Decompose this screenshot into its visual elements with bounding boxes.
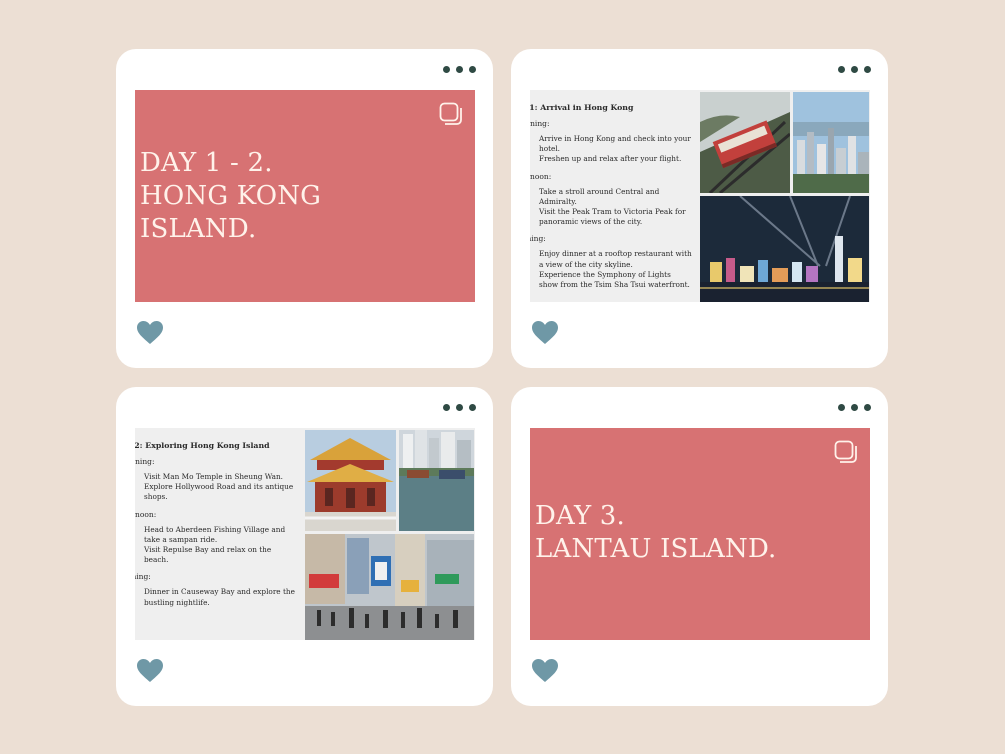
period-label: ernoon: xyxy=(135,509,157,519)
photo-city-skyline xyxy=(793,92,869,193)
dot xyxy=(864,404,871,411)
dot xyxy=(469,66,476,73)
heart-icon[interactable] xyxy=(137,321,163,345)
itinerary-item: Head to Aberdeen Fishing Village and tak… xyxy=(144,524,286,544)
dot xyxy=(443,66,450,73)
period-label: ernoon: xyxy=(530,171,552,181)
photo-causeway-bay xyxy=(305,534,474,640)
itinerary-item: Visit Man Mo Temple in Sheung Wan. xyxy=(144,472,284,481)
heart-icon[interactable] xyxy=(532,659,558,683)
dot xyxy=(443,404,450,411)
period-label: orning: xyxy=(135,457,155,466)
itinerary-item: Visit the Peak Tram to Victoria Peak for… xyxy=(539,207,686,227)
photo-man-mo-temple xyxy=(305,430,396,531)
more-options-icon[interactable] xyxy=(838,66,871,73)
heart-icon[interactable] xyxy=(532,321,558,345)
post-card-day-3: DAY 3. LANTAU ISLAND. xyxy=(511,387,888,706)
photo-symphony-of-lights xyxy=(700,196,869,302)
itinerary-item: Visit Repulse Bay and relax on the beach… xyxy=(144,545,272,565)
more-options-icon[interactable] xyxy=(838,404,871,411)
period-label: orning: xyxy=(530,119,550,128)
period-label: ening: xyxy=(530,234,546,244)
itinerary-title: y 2: Exploring Hong Kong Island xyxy=(135,441,270,450)
slide-itinerary-day-2[interactable]: y 2: Exploring Hong Kong Island orning: … xyxy=(135,428,475,640)
post-card-day-1-2: DAY 1 - 2. HONG KONG ISLAND. xyxy=(116,49,493,368)
itinerary-item: Arrive in Hong Kong and check into your … xyxy=(539,134,691,154)
slide-title-day-3[interactable]: DAY 3. LANTAU ISLAND. xyxy=(530,428,870,640)
slide-title-line-1: DAY 3. xyxy=(535,501,626,531)
itinerary-item: Enjoy dinner at a rooftop restaurant wit… xyxy=(539,249,692,269)
copy-stack-icon xyxy=(439,102,462,125)
post-card-itinerary-day-2: y 2: Exploring Hong Kong Island orning: … xyxy=(116,387,493,706)
slide-title-line-3: ISLAND. xyxy=(140,214,257,244)
dot xyxy=(469,404,476,411)
itinerary-item: Explore Hollywood Road and its antique s… xyxy=(144,482,294,502)
itinerary-text: y 2: Exploring Hong Kong Island orning: … xyxy=(135,441,295,615)
dot xyxy=(864,66,871,73)
itinerary-item: Dinner in Causeway Bay and explore the b… xyxy=(144,587,295,607)
slide-itinerary-day-1[interactable]: y 1: Arrival in Hong Kong orning: Arrive… xyxy=(530,90,870,302)
dot xyxy=(456,66,463,73)
dot xyxy=(838,404,845,411)
itinerary-text: y 1: Arrival in Hong Kong orning: Arrive… xyxy=(530,103,692,297)
slide-title-day-1-2[interactable]: DAY 1 - 2. HONG KONG ISLAND. xyxy=(135,90,475,302)
slide-title-line-2: LANTAU ISLAND. xyxy=(535,534,777,564)
itinerary-title: y 1: Arrival in Hong Kong xyxy=(530,103,634,112)
copy-stack-icon xyxy=(834,440,857,463)
more-options-icon[interactable] xyxy=(443,404,476,411)
dot xyxy=(456,404,463,411)
itinerary-item: Freshen up and relax after your flight. xyxy=(539,154,682,164)
more-options-icon[interactable] xyxy=(443,66,476,73)
dot xyxy=(838,66,845,73)
period-label: ening: xyxy=(135,572,151,582)
dot xyxy=(851,66,858,73)
itinerary-item: Experience the Symphony of Lights show f… xyxy=(539,269,690,290)
slide-title-line-2: HONG KONG xyxy=(140,181,322,211)
post-card-itinerary-day-1: y 1: Arrival in Hong Kong orning: Arrive… xyxy=(511,49,888,368)
photo-peak-tram xyxy=(700,92,790,193)
photo-aberdeen-harbour xyxy=(399,430,474,531)
itinerary-item: Take a stroll around Central and Admiral… xyxy=(539,186,660,206)
dot xyxy=(851,404,858,411)
heart-icon[interactable] xyxy=(137,659,163,683)
slide-title-line-1: DAY 1 - 2. xyxy=(140,148,273,178)
